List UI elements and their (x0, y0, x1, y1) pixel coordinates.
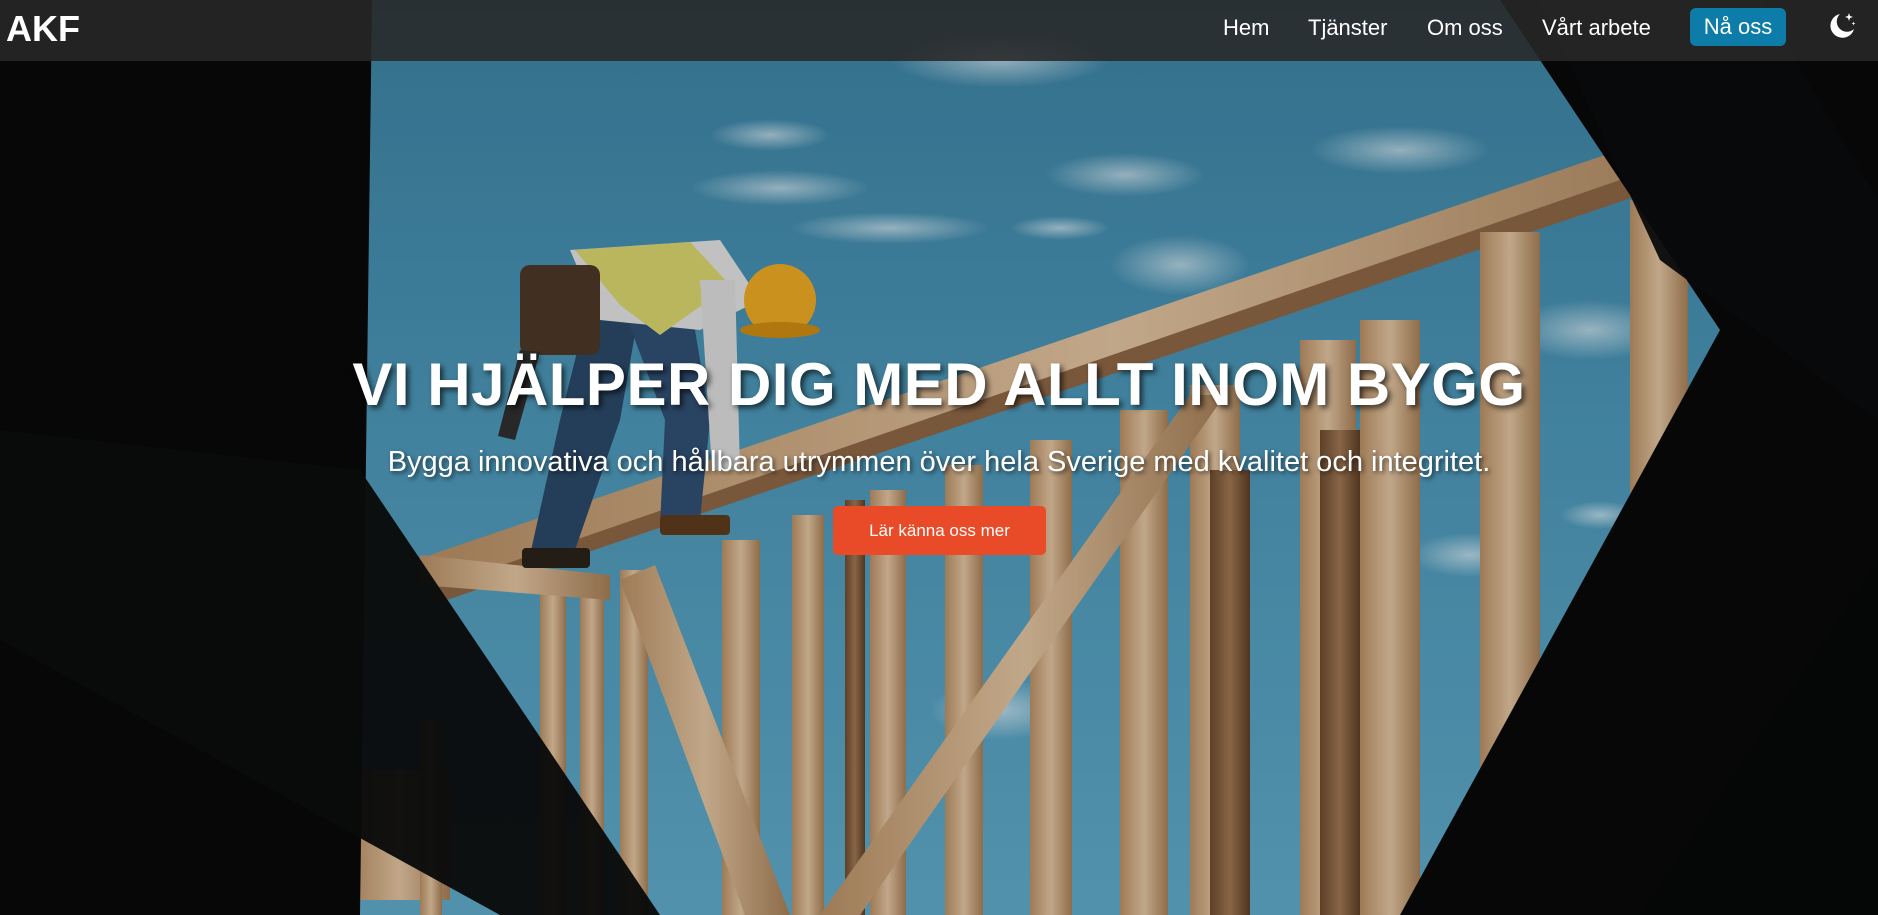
hero-section: AKF Hem Tjänster Om oss Vårt arbete Nå o… (0, 0, 1878, 915)
theme-toggle-button[interactable] (1826, 10, 1858, 42)
nav-link-vart-arbete[interactable]: Vårt arbete (1542, 14, 1651, 42)
hero-title: VI HJÄLPER DIG MED ALLT INOM BYGG (352, 351, 1526, 418)
nav-link-tjanster[interactable]: Tjänster (1308, 14, 1387, 42)
brand-logo[interactable]: AKF (6, 8, 80, 50)
nav-link-om-oss[interactable]: Om oss (1427, 14, 1503, 42)
contact-us-button[interactable]: Nå oss (1690, 8, 1786, 46)
hero-subtitle: Bygga innovativa och hållbara utrymmen ö… (387, 446, 1491, 478)
moon-stars-icon (1830, 13, 1856, 38)
learn-more-button[interactable]: Lär känna oss mer (833, 506, 1046, 555)
nav-link-hem[interactable]: Hem (1223, 14, 1269, 42)
top-navbar: AKF Hem Tjänster Om oss Vårt arbete Nå o… (0, 0, 1878, 61)
